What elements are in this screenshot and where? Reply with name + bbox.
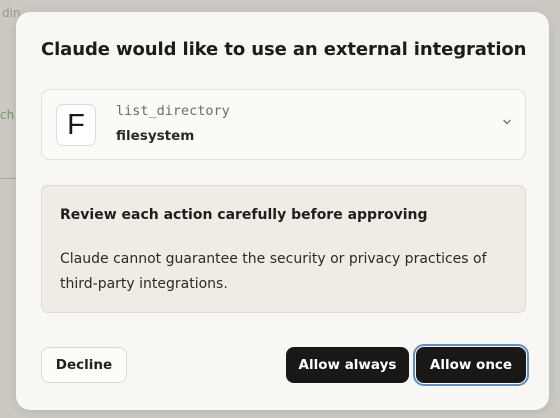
warning-title: Review each action carefully before appr…: [60, 207, 428, 223]
warning-panel: Review each action carefully before appr…: [41, 185, 526, 313]
integration-permission-dialog: Claude would like to use an external int…: [16, 12, 549, 410]
background-text-fragment: ch: [0, 108, 15, 122]
tool-name: list_directory: [116, 103, 230, 119]
integration-card[interactable]: F list_directory filesystem: [41, 89, 526, 160]
dialog-title: Claude would like to use an external int…: [41, 39, 527, 60]
allow-once-button[interactable]: Allow once: [413, 344, 529, 386]
warning-body: Claude cannot guarantee the security or …: [60, 251, 487, 292]
decline-button[interactable]: Decline: [41, 347, 127, 383]
allow-always-button[interactable]: Allow always: [286, 347, 409, 383]
filesystem-app-icon: F: [56, 104, 96, 146]
server-name: filesystem: [116, 128, 195, 144]
chevron-down-icon[interactable]: [501, 116, 513, 128]
